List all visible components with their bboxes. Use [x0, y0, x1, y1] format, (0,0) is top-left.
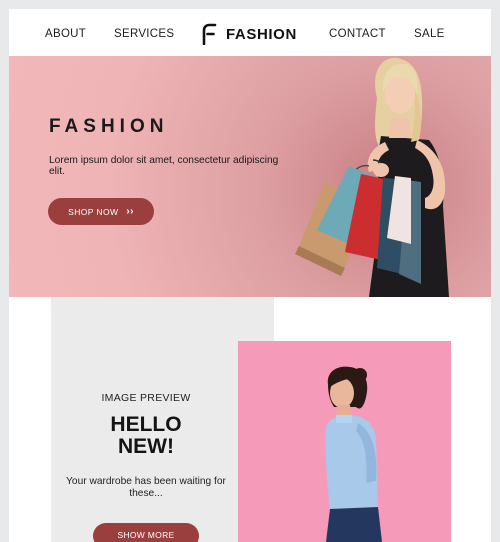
nav-link-services[interactable]: SERVICES	[114, 28, 174, 40]
nav-link-sale[interactable]: SALE	[414, 28, 445, 40]
brand-logo[interactable]: FASHION	[201, 23, 297, 45]
brand-name: FASHION	[226, 25, 297, 43]
feature-description: Your wardrobe has been waiting for these…	[66, 476, 226, 499]
show-more-button[interactable]: SHOW MORE	[93, 523, 199, 542]
hero-model-image	[295, 57, 449, 297]
nav-link-contact[interactable]: CONTACT	[329, 28, 386, 40]
headline-line-2: NEW!	[118, 435, 174, 458]
headline: HELLO NEW!	[51, 414, 241, 458]
hero-description: Lorem ipsum dolor sit amet, consectetur …	[49, 155, 279, 177]
feature-model-image	[238, 341, 451, 542]
headline-line-1: HELLO	[110, 413, 182, 436]
top-nav: ABOUT SERVICES FASHION CONTACT SALE	[9, 9, 491, 56]
shop-now-label: SHOP NOW	[68, 206, 119, 217]
shop-now-button[interactable]: SHOP NOW ››	[48, 198, 154, 225]
hero-banner: FASHION Lorem ipsum dolor sit amet, cons…	[9, 56, 491, 297]
double-chevron-right-icon: ››	[126, 206, 134, 217]
f-monogram-icon	[202, 23, 217, 45]
email-frame: ABOUT SERVICES FASHION CONTACT SALE FASH…	[9, 9, 491, 542]
model-illustration	[325, 366, 382, 542]
nav-link-about[interactable]: ABOUT	[45, 28, 86, 40]
image-preview-label: IMAGE PREVIEW	[101, 392, 191, 404]
hero-title: FASHION	[49, 116, 169, 137]
